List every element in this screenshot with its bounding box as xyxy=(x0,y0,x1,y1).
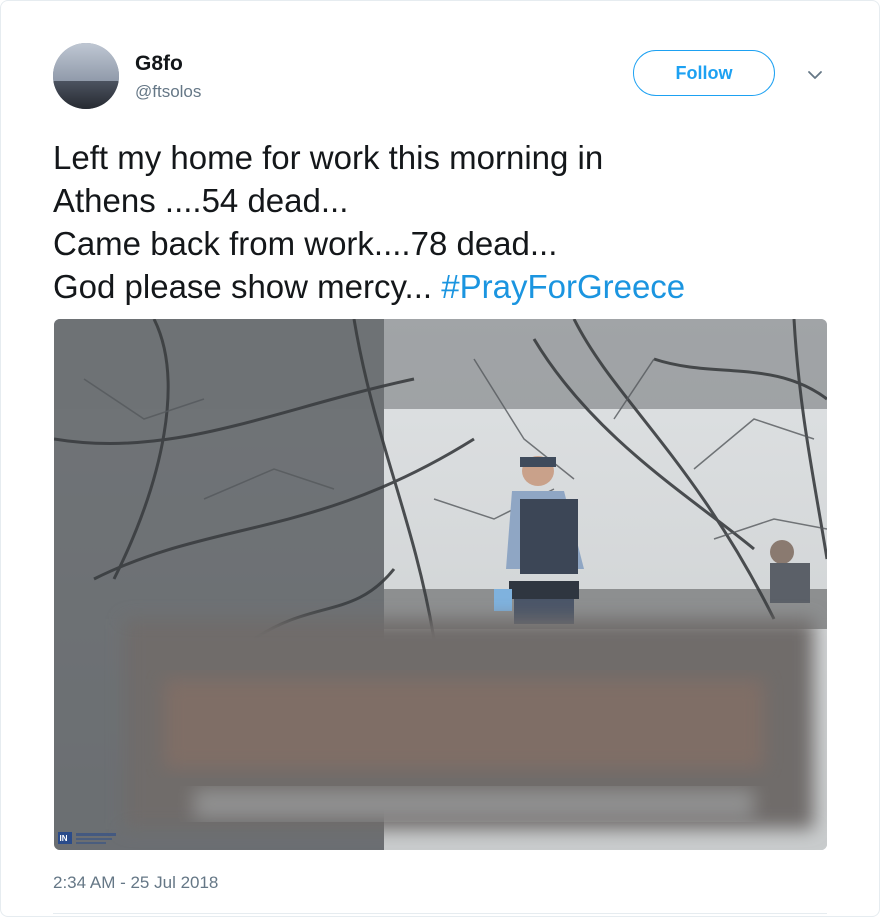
avatar-land xyxy=(53,81,119,109)
divider xyxy=(53,913,827,914)
tweet-timestamp[interactable]: 2:34 AM - 25 Jul 2018 xyxy=(53,873,218,893)
tweet-text: Left my home for work this morning in At… xyxy=(53,136,833,308)
tweet-line-2: Athens ....54 dead... xyxy=(53,182,349,219)
follow-button[interactable]: Follow xyxy=(633,50,775,96)
tweet-line-1: Left my home for work this morning in xyxy=(53,139,604,176)
avatar[interactable] xyxy=(53,43,119,109)
user-handle[interactable]: @ftsolos xyxy=(135,82,201,102)
tweet-line-4: God please show mercy... xyxy=(53,268,433,305)
tweet-line-3: Came back from work....78 dead... xyxy=(53,225,558,262)
watermark-text: IN xyxy=(60,834,68,843)
chevron-down-icon[interactable] xyxy=(804,64,826,86)
avatar-sky xyxy=(53,43,119,83)
hashtag-link[interactable]: #PrayForGreece xyxy=(441,268,685,305)
user-display-name[interactable]: G8fo xyxy=(135,52,183,76)
photo-scene: IN xyxy=(54,319,827,850)
tweet-photo[interactable]: IN xyxy=(54,319,827,850)
tweet-card: G8fo @ftsolos Follow Left my home for wo… xyxy=(0,0,880,917)
